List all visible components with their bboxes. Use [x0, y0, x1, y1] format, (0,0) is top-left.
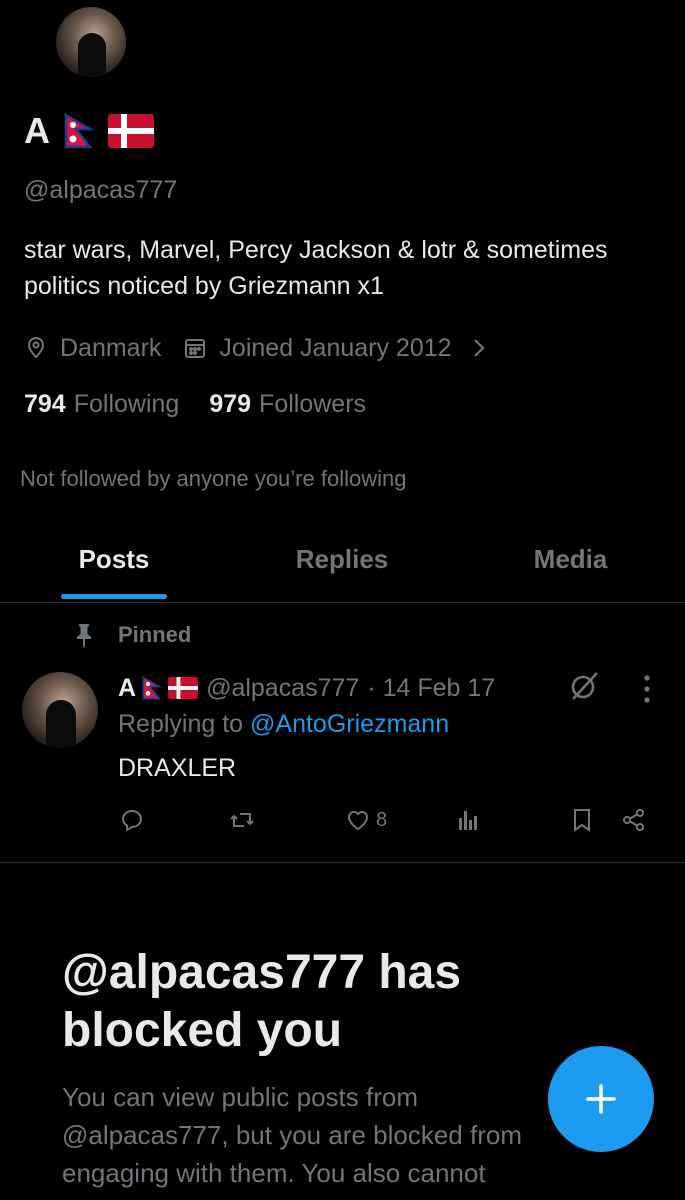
tab-replies[interactable]: Replies: [228, 530, 456, 602]
denmark-flag-icon: [168, 677, 198, 699]
chevron-right-icon[interactable]: [470, 337, 488, 359]
tweet-author[interactable]: A: [118, 674, 198, 703]
profile-meta: Danmark Joined January 2012: [24, 330, 488, 366]
pin-icon: [77, 624, 91, 648]
profile-handle: @alpacas777: [24, 176, 178, 204]
tweet-text: DRAXLER: [118, 754, 237, 782]
pinned-label: Pinned: [72, 622, 191, 648]
divider: [0, 862, 685, 863]
profile-avatar[interactable]: [53, 4, 129, 80]
profile-joined: Joined January 2012: [219, 333, 452, 362]
more-options-icon[interactable]: [636, 672, 658, 706]
like-count: 8: [376, 808, 388, 831]
tab-media[interactable]: Media: [456, 530, 685, 602]
profile-tabs: Posts Replies Media: [0, 530, 685, 603]
grok-icon[interactable]: [568, 670, 600, 702]
profile-name: A: [24, 110, 50, 151]
profile-location: Danmark: [60, 333, 162, 362]
calendar-icon: [185, 339, 206, 358]
reply-button[interactable]: [118, 806, 146, 834]
plus-icon: [586, 1084, 616, 1114]
reply-icon: [121, 810, 143, 832]
tab-posts[interactable]: Posts: [0, 530, 228, 602]
followers-link[interactable]: 979 Followers: [209, 390, 366, 419]
nepal-flag-icon: [64, 113, 94, 149]
compose-post-button[interactable]: [548, 1046, 654, 1152]
repost-icon: [230, 813, 254, 827]
tweet-handle[interactable]: @alpacas777: [206, 674, 359, 703]
location-pin-icon: [27, 337, 45, 359]
tweet-header: A @alpacas777 · 14 Feb 17: [118, 670, 495, 706]
replying-to: Replying to @AntoGriezmann: [118, 710, 450, 738]
replying-to-link[interactable]: @AntoGriezmann: [250, 710, 449, 738]
tweet-date[interactable]: · 14 Feb 17: [367, 674, 495, 703]
bookmark-button[interactable]: [568, 806, 596, 834]
heart-icon: [347, 811, 369, 831]
bookmark-icon: [574, 809, 590, 832]
profile-name-row: A: [24, 110, 154, 152]
denmark-flag-icon: [108, 114, 154, 148]
blocked-title: @alpacas777 has blocked you: [62, 946, 462, 1057]
tweet-avatar[interactable]: [22, 672, 98, 748]
tweet-actions: 8: [118, 806, 658, 840]
nepal-flag-icon: [142, 676, 163, 700]
like-button[interactable]: 8: [344, 806, 387, 834]
follow-stats: 794 Following 979 Followers: [24, 390, 366, 419]
blocked-body: You can view public posts from @alpacas7…: [62, 1082, 522, 1188]
views-button[interactable]: [454, 806, 482, 834]
analytics-icon: [459, 811, 477, 830]
share-button[interactable]: [620, 806, 648, 834]
repost-button[interactable]: [228, 806, 256, 834]
not-followed-notice: Not followed by anyone you’re following: [20, 466, 407, 491]
following-link[interactable]: 794 Following: [24, 390, 179, 419]
share-icon: [623, 809, 644, 831]
profile-bio: star wars, Marvel, Percy Jackson & lotr …: [24, 236, 608, 300]
